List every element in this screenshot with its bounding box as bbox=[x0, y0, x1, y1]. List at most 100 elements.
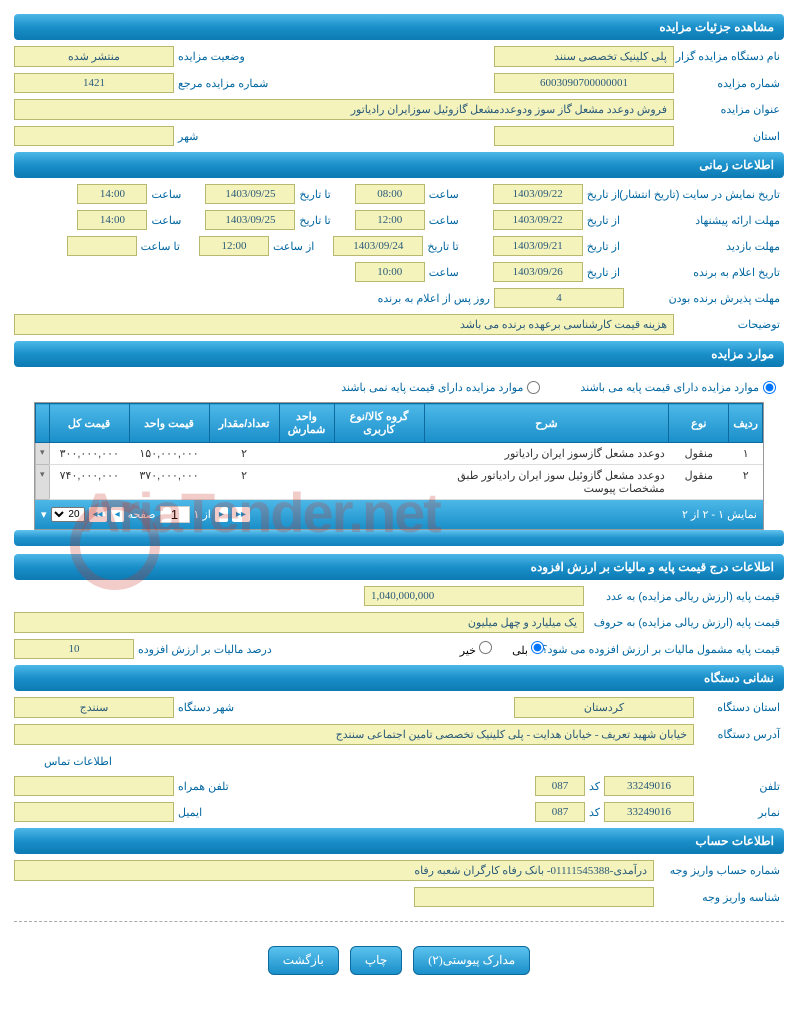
offer-to-date: 1403/09/25 bbox=[205, 210, 295, 230]
base-num-label: قیمت پایه (ارزش ریالی مزایده) به عدد bbox=[584, 590, 784, 603]
radio-with-label: موارد مزایده دارای قیمت پایه می باشند bbox=[580, 381, 759, 394]
cell-group bbox=[334, 443, 424, 465]
notes-value: هزینه قیمت کارشناسی برعهده برنده می باشد bbox=[14, 314, 674, 335]
to-label2: تا تاریخ bbox=[295, 214, 334, 227]
winner-hour: 10:00 bbox=[355, 262, 425, 282]
vat-yes[interactable]: بلی bbox=[512, 641, 544, 657]
row-base-txt: قیمت پایه (ارزش ریالی مزایده) به حروف یک… bbox=[14, 612, 784, 633]
visit-label: مهلت بازدید bbox=[624, 240, 784, 253]
vat-pct-value: 10 bbox=[14, 639, 134, 659]
row-phone: تلفن 33249016 کد 087 تلفن همراه bbox=[14, 776, 784, 796]
pager-first-button[interactable]: ▸▸ bbox=[232, 507, 250, 522]
title-value: فروش دوعدد مشعل گاز سوز ودوعددمشعل گازوئ… bbox=[14, 99, 674, 120]
vat-no-radio[interactable] bbox=[479, 641, 492, 654]
publish-to-hour: 14:00 bbox=[77, 184, 147, 204]
row-notes: توضیحات هزینه قیمت کارشناسی برعهده برنده… bbox=[14, 314, 784, 335]
pager-prev-button[interactable]: ▸ bbox=[215, 507, 228, 522]
city-label: شهر bbox=[174, 130, 202, 143]
hour-label4: ساعت bbox=[147, 214, 185, 227]
attachments-button[interactable]: مدارک پیوستی(۲) bbox=[413, 946, 530, 975]
addr-province-label: استان دستگاه bbox=[694, 701, 784, 714]
items-table-wrap: ردیف نوع شرح گروه کالا/نوع کاربری واحد ش… bbox=[34, 402, 764, 530]
province-label: استان bbox=[674, 130, 784, 143]
row-vat-q: قیمت پایه مشمول مالیات بر ارزش افزوده می… bbox=[14, 639, 784, 659]
mobile-label: تلفن همراه bbox=[174, 780, 233, 793]
visit-from-date: 1403/09/21 bbox=[493, 236, 583, 256]
visit-to-date: 1403/09/24 bbox=[333, 236, 423, 256]
phone-code-value: 087 bbox=[535, 776, 585, 796]
row-visit: مهلت بازدید از تاریخ 1403/09/21 تا تاریخ… bbox=[14, 236, 784, 256]
th-group: گروه کالا/نوع کاربری bbox=[334, 404, 424, 443]
base-txt-label: قیمت پایه (ارزش ریالی مزایده) به حروف bbox=[584, 616, 784, 629]
radio-with-base[interactable]: موارد مزایده دارای قیمت پایه می باشند bbox=[580, 381, 776, 394]
th-type: نوع bbox=[669, 404, 729, 443]
accept-days: 4 bbox=[494, 288, 624, 308]
table-row: ۲منقولدوعدد مشعل گازوئیل سوز ایران رادیا… bbox=[36, 465, 763, 500]
pager-size-select[interactable]: 20 bbox=[51, 507, 85, 522]
hour-label3: ساعت bbox=[425, 214, 463, 227]
pager-controls: ▸▸ ▸ از ۱ صفحه ◂ ◂◂ 20 ▾ bbox=[41, 506, 250, 523]
section-bar-1 bbox=[14, 530, 784, 546]
to-label: تا تاریخ bbox=[295, 188, 334, 201]
row-province-city: استان شهر bbox=[14, 126, 784, 146]
email-value bbox=[14, 802, 174, 822]
visit-from-hour: 12:00 bbox=[199, 236, 269, 256]
divider bbox=[14, 921, 784, 922]
pager-page-input[interactable] bbox=[160, 506, 190, 523]
cell-unit-price: ۱۵۰,۰۰۰,۰۰۰ bbox=[129, 443, 209, 465]
pager-last-button[interactable]: ◂◂ bbox=[89, 507, 107, 522]
radio-without-base[interactable]: موارد مزایده دارای قیمت پایه نمی باشند bbox=[341, 381, 540, 394]
print-button[interactable]: چاپ bbox=[350, 946, 402, 975]
th-scroll bbox=[36, 404, 50, 443]
accept-label: مهلت پذیرش برنده بودن bbox=[624, 292, 784, 305]
org-value: پلی کلینیک تخصصی سنند bbox=[494, 46, 674, 67]
phone-value: 33249016 bbox=[604, 776, 694, 796]
chevron-down-icon: ▾ bbox=[41, 508, 47, 521]
button-bar: مدارک پیوستی(۲) چاپ بازگشت bbox=[14, 936, 784, 985]
th-unit: واحد شمارش bbox=[279, 404, 334, 443]
visit-to-hour bbox=[67, 236, 137, 256]
row-addr: آدرس دستگاه خیابان شهید تعریف - خیابان ه… bbox=[14, 724, 784, 745]
offer-label: مهلت ارائه پیشنهاد bbox=[624, 214, 784, 227]
row-offer: مهلت ارائه پیشنهاد از تاریخ 1403/09/22 س… bbox=[14, 210, 784, 230]
to-label3: تا تاریخ bbox=[423, 240, 462, 253]
vat-no-label: خیر bbox=[460, 645, 476, 657]
vat-no[interactable]: خیر bbox=[460, 641, 492, 657]
publish-from-date: 1403/09/22 bbox=[493, 184, 583, 204]
from-label3: از تاریخ bbox=[583, 240, 624, 253]
vat-pct-label: درصد مالیات بر ارزش افزوده bbox=[134, 643, 276, 656]
hour-label: ساعت bbox=[425, 188, 463, 201]
cell-type: منقول bbox=[669, 465, 729, 500]
row-base-num: قیمت پایه (ارزش ریالی مزایده) به عدد 1,0… bbox=[14, 586, 784, 606]
status-value: منتشر شده bbox=[14, 46, 174, 67]
row-num-ref: شماره مزایده 6003090700000001 شماره مزای… bbox=[14, 73, 784, 93]
section-details-header: مشاهده جزئیات مزایده bbox=[14, 14, 784, 40]
cell-desc: دوعدد مشعل گازوئیل سوز ایران رادیاتور طب… bbox=[424, 465, 669, 500]
items-pager: نمایش ۱ - ۲ از ۲ ▸▸ ▸ از ۱ صفحه ◂ ◂◂ 20 … bbox=[35, 500, 763, 529]
ref-value: 1421 bbox=[14, 73, 174, 93]
radio-without-input[interactable] bbox=[527, 381, 540, 394]
cell-group bbox=[334, 465, 424, 500]
radio-with-input[interactable] bbox=[763, 381, 776, 394]
row-winner: تاریخ اعلام به برنده از تاریخ 1403/09/26… bbox=[14, 262, 784, 282]
scroll-handle[interactable]: ▾ bbox=[36, 465, 50, 500]
fax-value: 33249016 bbox=[604, 802, 694, 822]
th-desc: شرح bbox=[424, 404, 669, 443]
th-row: ردیف bbox=[729, 404, 763, 443]
cell-unit-price: ۳۷۰,۰۰۰,۰۰۰ bbox=[129, 465, 209, 500]
cell-desc: دوعدد مشعل گازسوز ایران رادیاتور bbox=[424, 443, 669, 465]
back-button[interactable]: بازگشت bbox=[268, 946, 339, 975]
acct-id-value bbox=[414, 887, 654, 907]
vat-yes-radio[interactable] bbox=[531, 641, 544, 654]
pager-next-button[interactable]: ◂ bbox=[111, 507, 124, 522]
items-table: ردیف نوع شرح گروه کالا/نوع کاربری واحد ش… bbox=[35, 403, 763, 500]
addr-province-value: کردستان bbox=[514, 697, 694, 718]
mobile-value bbox=[14, 776, 174, 796]
acct-id-label: شناسه واریز وجه bbox=[654, 891, 784, 904]
from-hour-label: از ساعت bbox=[269, 240, 318, 253]
row-title: عنوان مزایده فروش دوعدد مشعل گاز سوز ودو… bbox=[14, 99, 784, 120]
scroll-handle[interactable]: ▾ bbox=[36, 443, 50, 465]
cell-n: ۲ bbox=[729, 465, 763, 500]
radio-without-label: موارد مزایده دارای قیمت پایه نمی باشند bbox=[341, 381, 523, 394]
cell-unit bbox=[279, 465, 334, 500]
